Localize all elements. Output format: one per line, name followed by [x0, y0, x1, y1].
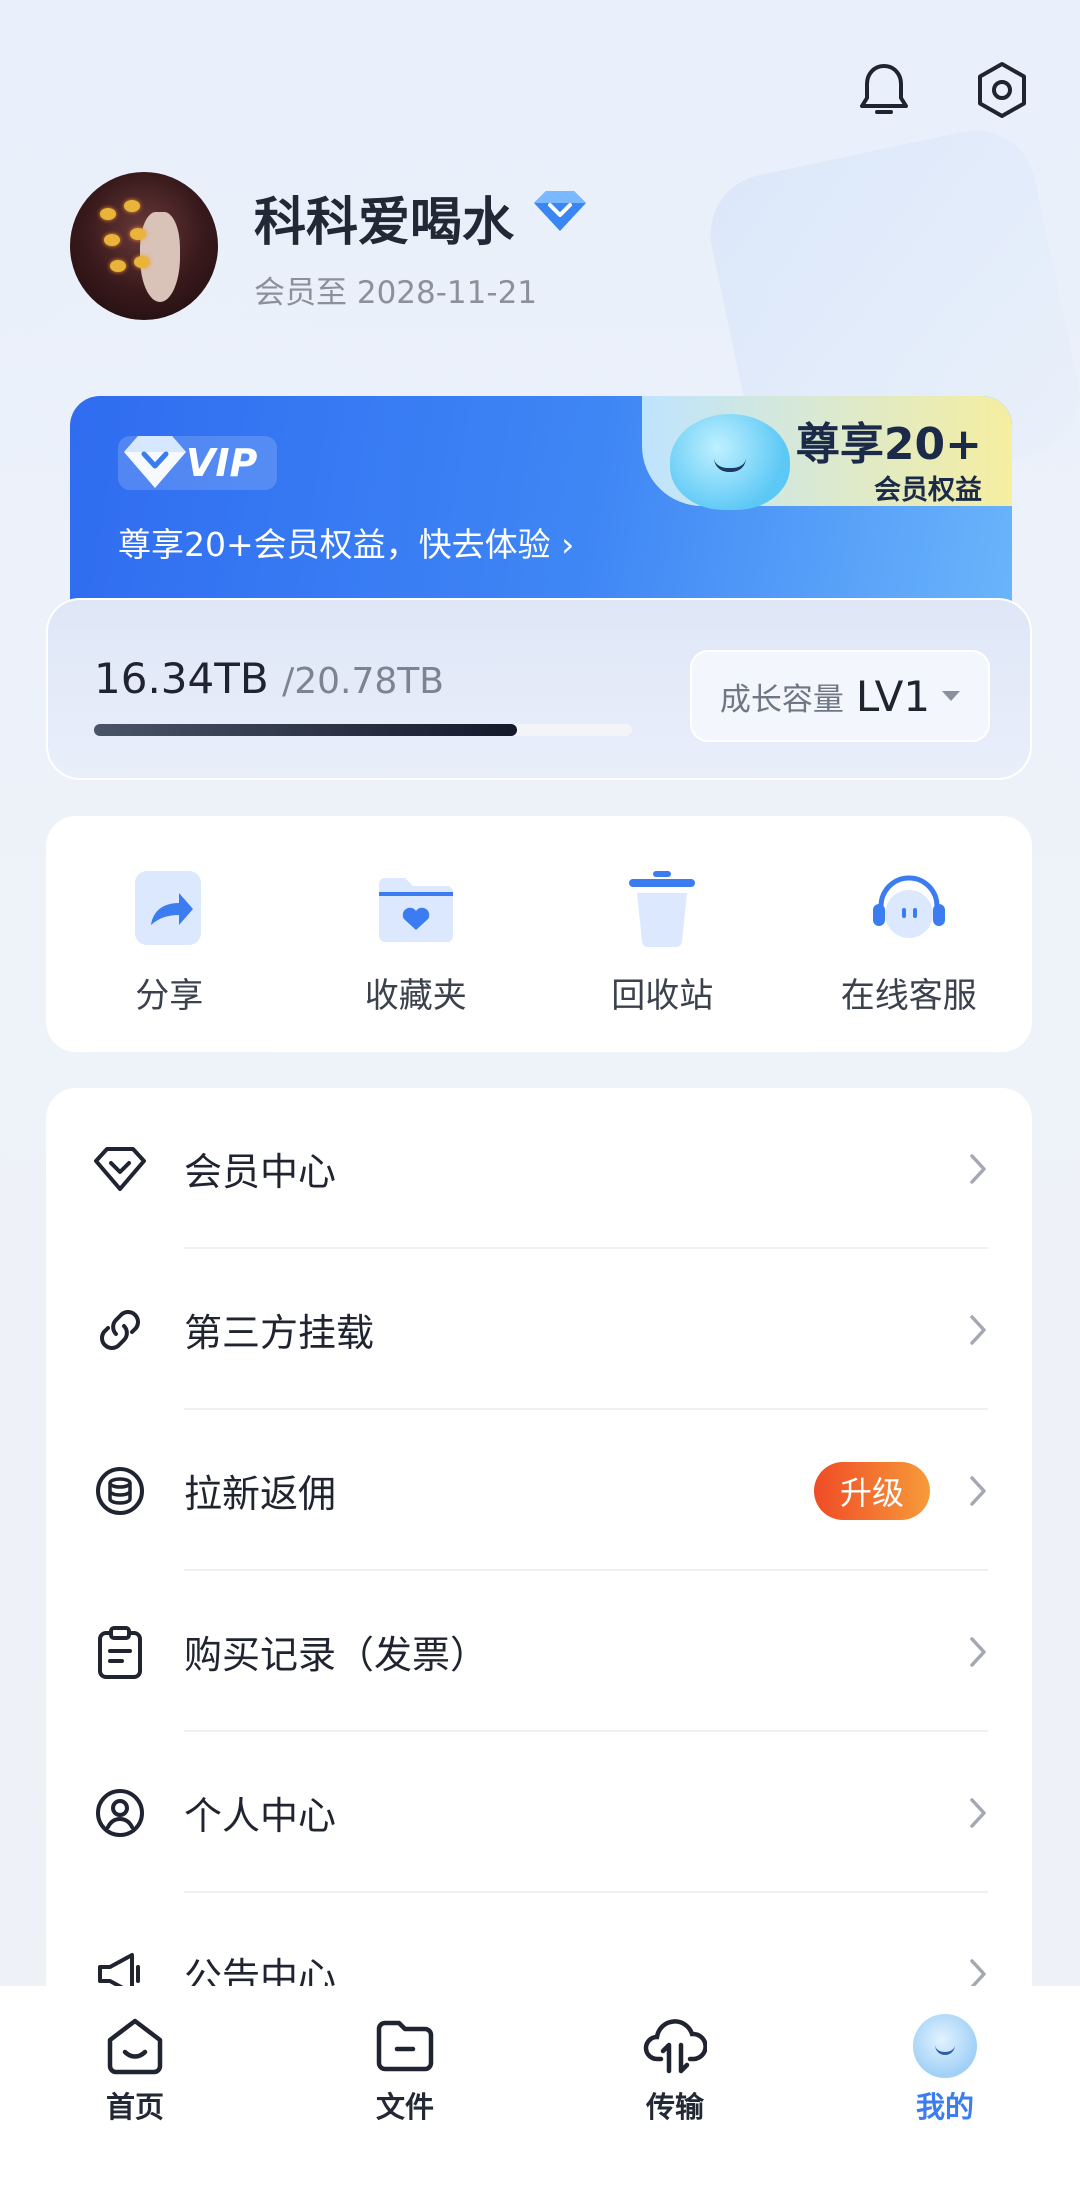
storage-usage: 16.34TB /20.78TB: [94, 654, 444, 703]
growth-label: 成长容量: [719, 681, 844, 718]
tab-mine[interactable]: 我的: [810, 1986, 1080, 2188]
settings-icon[interactable]: [972, 60, 1032, 120]
vip-subtitle-link[interactable]: 尊享20+会员权益，快去体验 ›: [118, 518, 574, 566]
chevron-right-icon: [966, 1471, 990, 1511]
tab-files[interactable]: 文件: [270, 1986, 540, 2188]
username: 科科爱喝水: [254, 193, 515, 253]
caret-down-icon: [942, 691, 961, 701]
trash-icon: [622, 868, 702, 948]
chevron-right-icon: [966, 1149, 990, 1189]
menu-item-member-center[interactable]: 会员中心: [46, 1088, 1032, 1249]
vip-banner[interactable]: 尊享20+ 会员权益 VIP 尊享20+会员权益，快去体验 ›: [70, 396, 1012, 616]
vip-diamond-icon: [122, 430, 188, 506]
menu-item-personal-center[interactable]: 个人中心: [46, 1732, 1032, 1893]
mascot-icon: [670, 414, 790, 510]
menu-item-purchase-records[interactable]: 购买记录（发票）: [46, 1571, 1032, 1732]
menu-item-referral-commission[interactable]: 拉新返佣 升级: [46, 1410, 1032, 1571]
cloud-transfer-icon: [643, 2014, 707, 2078]
home-icon: [103, 2014, 167, 2078]
settings-menu: 会员中心 第三方挂载 拉新返佣 升级 购买记录（发票） 个人中心 公告中心: [46, 1088, 1032, 2048]
link-icon: [92, 1302, 148, 1358]
diamond-icon: [532, 187, 588, 248]
quick-action-recycle-bin[interactable]: 回收站: [539, 816, 786, 1052]
menu-item-label: 第三方挂载: [184, 1311, 375, 1355]
growth-level: LV1: [855, 671, 931, 721]
menu-item-third-party-mount[interactable]: 第三方挂载: [46, 1249, 1032, 1410]
share-icon: [129, 868, 209, 948]
profile-header[interactable]: 科科爱喝水 会员至 2028-11-21: [70, 172, 588, 320]
quick-actions: 分享 收藏夹 回收站 在线客服: [46, 816, 1032, 1052]
menu-item-label: 会员中心: [184, 1150, 337, 1194]
storage-card[interactable]: 16.34TB /20.78TB 成长容量 LV1: [46, 598, 1032, 780]
folder-icon: [373, 2014, 437, 2078]
vip-badge: VIP: [118, 436, 278, 490]
favorites-folder-icon: [376, 868, 456, 948]
user-circle-icon: [92, 1785, 148, 1841]
tab-home[interactable]: 首页: [0, 1986, 270, 2188]
avatar[interactable]: [70, 172, 218, 320]
tab-transfer[interactable]: 传输: [540, 1986, 810, 2188]
menu-item-label: 个人中心: [184, 1794, 337, 1838]
storage-progress-bar: [94, 724, 632, 736]
growth-capacity-dropdown[interactable]: 成长容量 LV1: [690, 650, 990, 742]
customer-service-icon: [869, 868, 949, 948]
upgrade-badge[interactable]: 升级: [814, 1461, 930, 1520]
menu-item-label: 购买记录（发票）: [184, 1633, 489, 1677]
top-actions: [854, 60, 1032, 120]
diamond-outline-icon: [92, 1141, 148, 1197]
promo-title: 尊享20+ 会员权益: [795, 419, 982, 506]
mascot-icon: [913, 2014, 977, 2078]
quick-action-customer-service[interactable]: 在线客服: [786, 816, 1033, 1052]
quick-action-favorites[interactable]: 收藏夹: [293, 816, 540, 1052]
member-expiry: 会员至 2028-11-21: [254, 275, 538, 311]
bell-icon[interactable]: [854, 60, 914, 120]
chevron-right-icon: [966, 1793, 990, 1833]
clipboard-icon: [92, 1624, 148, 1680]
bottom-tab-bar: 首页 文件 传输 我的: [0, 1986, 1080, 2188]
storage-progress-fill: [94, 724, 517, 736]
quick-action-share[interactable]: 分享: [46, 816, 293, 1052]
chevron-right-icon: [966, 1632, 990, 1672]
menu-item-label: 拉新返佣: [184, 1472, 337, 1516]
coins-icon: [92, 1463, 148, 1519]
chevron-right-icon: [966, 1310, 990, 1350]
